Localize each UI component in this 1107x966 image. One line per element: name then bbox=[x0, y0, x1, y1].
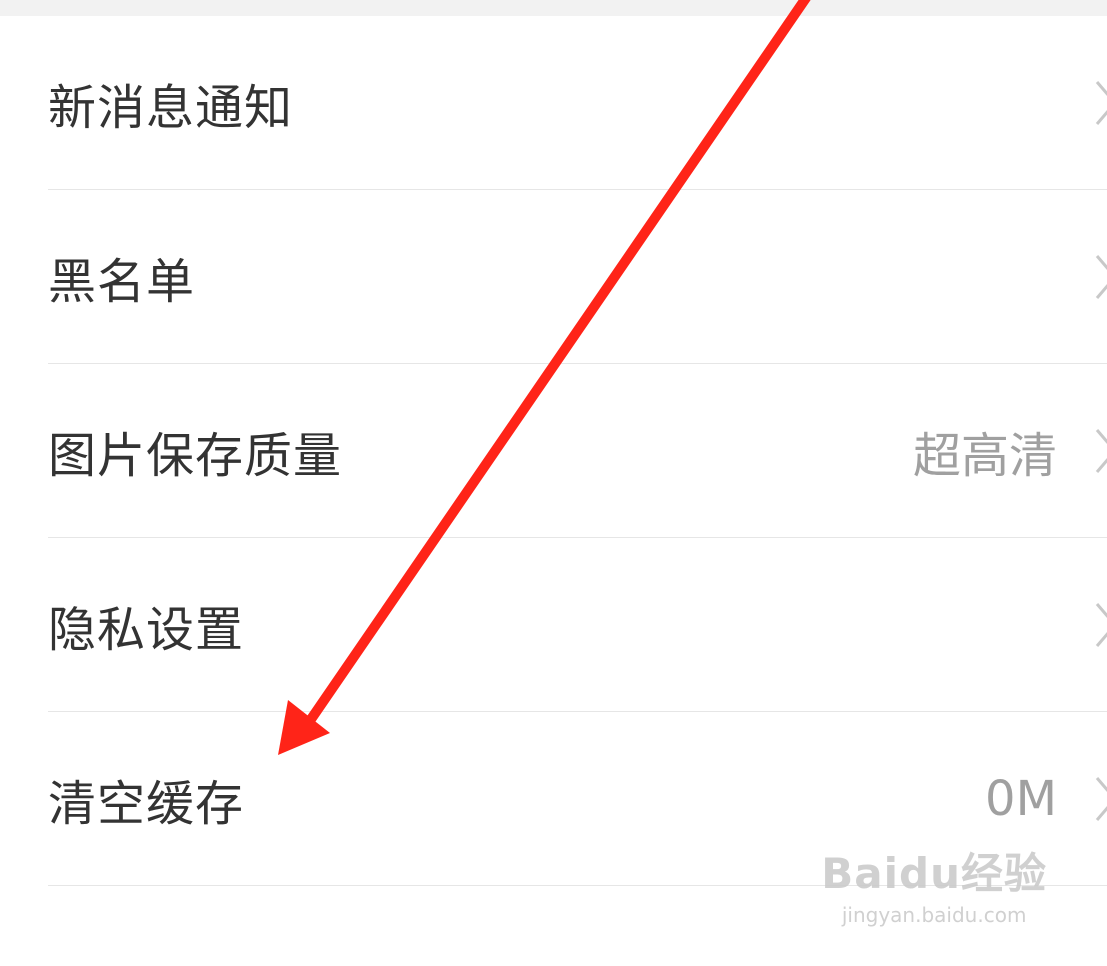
watermark-url-text: jingyan.baidu.com bbox=[841, 903, 1027, 927]
settings-list: 新消息通知 黑名单 图片保存质量 超高清 隐私设置 清空缓存 0M bbox=[0, 16, 1107, 966]
settings-row-label: 图片保存质量 bbox=[48, 428, 343, 484]
settings-row-label: 隐私设置 bbox=[48, 602, 245, 658]
chevron-right-icon bbox=[1095, 255, 1107, 299]
baidu-jingyan-watermark: Baidu经验 jingyan.baidu.com bbox=[821, 840, 1047, 927]
settings-row-privacy-settings[interactable]: 隐私设置 bbox=[0, 538, 1107, 712]
chevron-right-icon bbox=[1095, 603, 1107, 647]
settings-row-image-save-quality[interactable]: 图片保存质量 超高清 bbox=[0, 364, 1107, 538]
settings-row-new-message-notification[interactable]: 新消息通知 bbox=[0, 16, 1107, 190]
settings-row-label: 黑名单 bbox=[48, 254, 196, 310]
chevron-right-icon bbox=[1095, 429, 1107, 473]
chevron-right-icon bbox=[1095, 81, 1107, 125]
settings-row-label: 新消息通知 bbox=[48, 80, 294, 136]
cache-size-value: 0M bbox=[985, 771, 1057, 827]
watermark-brand-text: Baidu经验 bbox=[821, 849, 1047, 898]
settings-row-blacklist[interactable]: 黑名单 bbox=[0, 190, 1107, 364]
image-quality-value: 超高清 bbox=[912, 428, 1057, 484]
top-separator-strip bbox=[0, 0, 1107, 16]
chevron-right-icon bbox=[1095, 777, 1107, 821]
settings-row-label: 清空缓存 bbox=[48, 776, 245, 832]
